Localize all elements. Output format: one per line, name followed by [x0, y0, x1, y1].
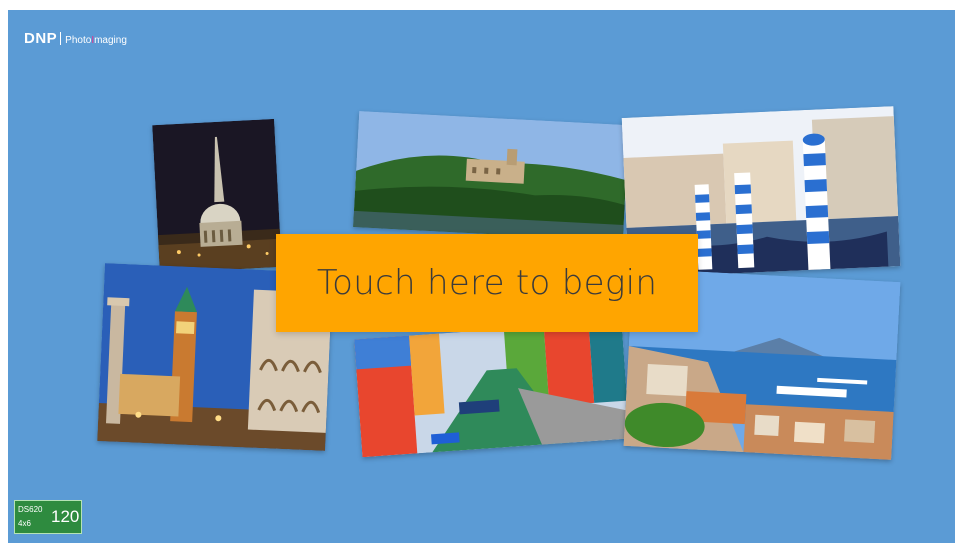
photo-colorful-canal — [354, 320, 630, 458]
touch-to-begin-label: Touch here to begin — [316, 263, 658, 303]
logo-tagline-part1: Photo — [65, 35, 92, 46]
kiosk-screen: DNP PhotoImaging Touch here to begin DS6… — [8, 10, 955, 543]
logo-tagline-part3: maging — [94, 35, 127, 46]
logo-brand-name: DNP — [24, 30, 58, 47]
logo-separator — [60, 32, 62, 45]
remaining-prints-count: 120 — [51, 507, 80, 526]
printer-model: DS620 — [18, 505, 43, 514]
logo-tagline: PhotoImaging — [65, 35, 127, 46]
photo-night-tower — [152, 118, 282, 274]
dnp-logo: DNP PhotoImaging — [24, 30, 127, 47]
printer-status-tile: DS620 4x6 120 — [14, 500, 82, 534]
touch-to-begin-button[interactable]: Touch here to begin — [276, 234, 698, 332]
photo-hilltop-castle — [353, 111, 629, 241]
printer-media-size: 4x6 — [18, 519, 31, 528]
